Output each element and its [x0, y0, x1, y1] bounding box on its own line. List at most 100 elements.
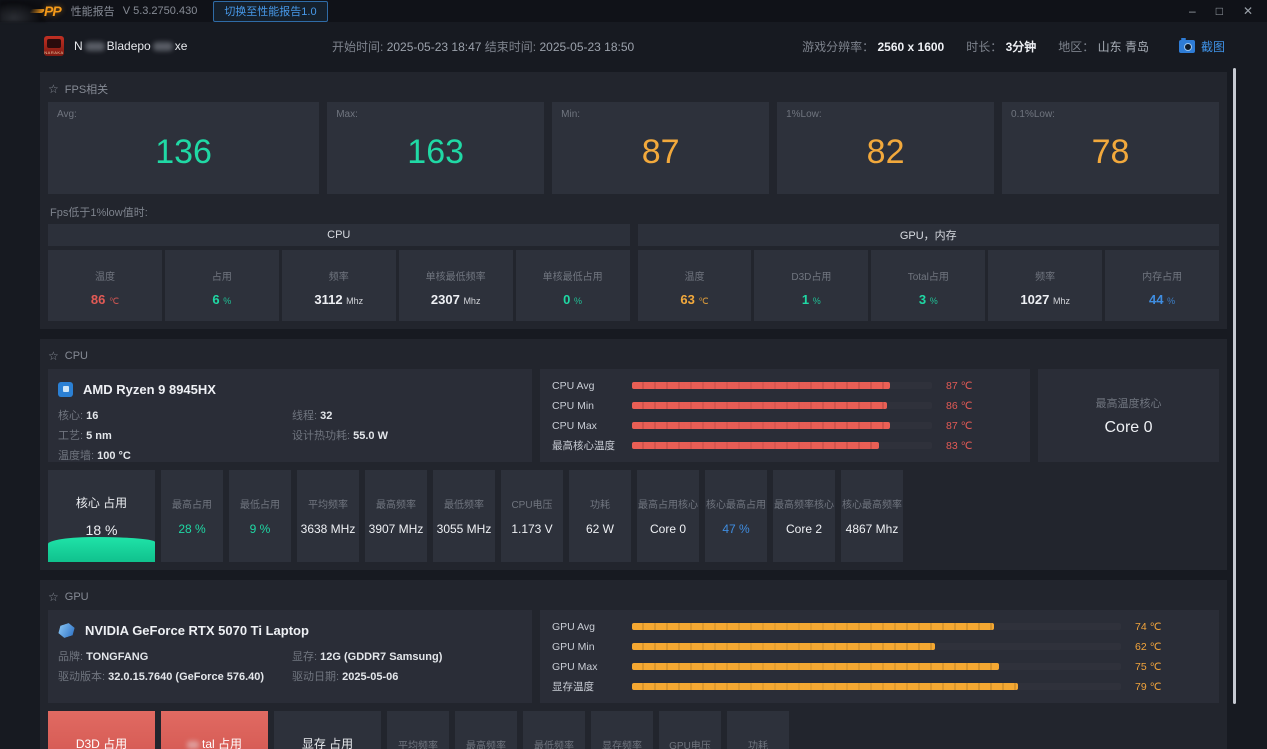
fps-cards: Avg: 136 Max: 163 Min: 87 1%Low: 82 0.1%…: [48, 102, 1219, 194]
temp-bar-value: 87 ℃: [932, 380, 1018, 392]
duration-value: 3分钟: [1006, 40, 1037, 54]
censored-blur: [85, 42, 105, 51]
temp-bar-track: [632, 623, 1121, 630]
stat-value: 3907 MHz: [369, 522, 424, 536]
stat-card: 最低占用 9 %: [229, 470, 291, 562]
gpu-section: ☆ GPU NVIDIA GeForce RTX 5070 Ti Laptop …: [40, 580, 1227, 749]
stat-label: 最高频率核心: [774, 496, 834, 511]
spec-item: 品牌: TONGFANG: [58, 648, 292, 664]
metric-card: 频率 1027 Mhz: [988, 250, 1102, 321]
temp-bar-fill: [632, 382, 890, 389]
cpu-info-panel: AMD Ryzen 9 8945HX 核心: 16 线程: 32 工艺: 5 n…: [48, 369, 532, 462]
stat-label: 最低频率: [534, 737, 574, 749]
camera-icon: [1179, 40, 1195, 53]
gpu-memory-group-cards: 温度 63 ℃ D3D占用 1 % Total占用 3 % 频率 1027 Mh…: [638, 250, 1220, 321]
stat-value: 62 W: [586, 522, 614, 536]
screenshot-button[interactable]: 截图: [1179, 38, 1225, 55]
cpu-panels: AMD Ryzen 9 8945HX 核心: 16 线程: 32 工艺: 5 n…: [48, 369, 1219, 462]
censored-blur: [187, 741, 199, 749]
temp-bar-track: [632, 683, 1121, 690]
temp-bar-row: CPU Min 86 ℃: [552, 398, 1018, 413]
spec-item: 工艺: 5 nm: [58, 427, 292, 443]
close-button[interactable]: ✕: [1243, 0, 1253, 22]
metric-value: 1 %: [802, 292, 821, 307]
spec-item: 温度墙: 100 °C: [58, 447, 292, 463]
cpu-section-title: ☆ CPU: [48, 347, 1219, 365]
temp-bar-row: 显存温度 79 ℃: [552, 679, 1207, 694]
temp-bar-row: CPU Max 87 ℃: [552, 418, 1018, 433]
temp-bar-value: 74 ℃: [1121, 621, 1207, 633]
temp-bar-row: GPU Avg 74 ℃: [552, 619, 1207, 634]
gpu-stat-cards: D3D 占用 % tal 占用 % 显存 占用 50 % 平均频率 2509 M…: [48, 711, 1219, 749]
fps-card: Avg: 136: [48, 102, 319, 194]
spec-item: 显存: 12G (GDDR7 Samsung): [292, 648, 522, 664]
stat-card: 显存 占用 50 %: [274, 711, 381, 749]
stat-card: 最高占用 28 %: [161, 470, 223, 562]
fps-card-value: 87: [552, 102, 769, 194]
fps-card-label: Avg:: [57, 109, 77, 120]
stat-value: Core 2: [786, 522, 822, 536]
stat-card: 最高频率核心 Core 2: [773, 470, 835, 562]
temp-bar-value: 75 ℃: [1121, 661, 1207, 673]
low-fps-note: Fps低于1%low值时:: [50, 204, 1219, 218]
stat-label: GPU电压: [669, 737, 711, 749]
stat-value: 28 %: [178, 522, 205, 536]
switch-report-version-button[interactable]: 切换至性能报告1.0: [213, 1, 327, 22]
scrollbar[interactable]: [1233, 68, 1236, 704]
stat-card: 平均频率 2509 MHz: [387, 711, 449, 749]
temp-bar-row: CPU Avg 87 ℃: [552, 378, 1018, 393]
temp-bar-row: GPU Min 62 ℃: [552, 639, 1207, 654]
fps-card-value: 163: [327, 102, 544, 194]
stat-label: 核心最高占用: [706, 496, 766, 511]
stat-card: D3D 占用 %: [48, 711, 155, 749]
stat-label: CPU电压: [511, 496, 552, 511]
stat-value: 18 %: [86, 522, 118, 538]
metric-card: D3D占用 1 %: [754, 250, 868, 321]
temp-bar-value: 87 ℃: [932, 420, 1018, 432]
temp-bar-fill: [632, 402, 887, 409]
stat-label: 平均频率: [308, 496, 348, 511]
spec-item: 驱动日期: 2025-05-06: [292, 668, 522, 684]
metric-label: 温度: [684, 268, 704, 283]
minimize-button[interactable]: –: [1189, 0, 1196, 22]
region-value: 山东 青岛: [1098, 40, 1149, 54]
temp-bar-track: [632, 442, 932, 449]
temp-bar-track: [632, 382, 932, 389]
metric-value: 86 ℃: [91, 292, 119, 307]
game-icon: NARAKA: [44, 36, 64, 56]
stat-label: 显存 占用: [302, 735, 353, 749]
stat-value: 3055 MHz: [437, 522, 492, 536]
metric-value: 6 %: [212, 292, 231, 307]
stat-label: 核心 占用: [76, 494, 127, 511]
metric-label: D3D占用: [791, 268, 831, 283]
cpu-stat-cards: 核心 占用 18 % 最高占用 28 % 最低占用 9 % 平均频率 3638 …: [48, 470, 1219, 562]
temp-bar-row: GPU Max 75 ℃: [552, 659, 1207, 674]
metric-value: 0 %: [563, 292, 582, 307]
temp-bar-row: 最高核心温度 83 ℃: [552, 438, 1018, 453]
stat-label: 最低频率: [444, 496, 484, 511]
stat-label: 功耗: [590, 496, 610, 511]
session-times: 开始时间: 2025-05-23 18:47 结束时间: 2025-05-23 …: [332, 38, 634, 55]
temp-bar-label: 显存温度: [552, 679, 632, 694]
window-controls: – □ ✕: [1189, 0, 1267, 22]
temp-bar-label: CPU Min: [552, 400, 632, 412]
temp-bar-track: [632, 402, 932, 409]
fps-card: 1%Low: 82: [777, 102, 994, 194]
metric-label: 单核最低频率: [426, 268, 486, 283]
gpu-memory-group-header: GPU，内存: [638, 224, 1220, 246]
maximize-button[interactable]: □: [1216, 0, 1223, 22]
stat-card: GPU电压 0.938 V: [659, 711, 721, 749]
metric-label: 占用: [212, 268, 232, 283]
stat-label: 显存频率: [602, 737, 642, 749]
metric-card: Total占用 3 %: [871, 250, 985, 321]
fps-card-label: Max:: [336, 109, 358, 120]
hottest-core-panel: 最高温度核心 Core 0: [1038, 369, 1219, 462]
titlebar: PP 性能报告 V 5.3.2750.430 切换至性能报告1.0 – □ ✕: [0, 0, 1267, 22]
temp-bar-label: GPU Avg: [552, 621, 632, 633]
stat-card: 最低频率 3055 MHz: [433, 470, 495, 562]
gpu-memory-group: GPU，内存 温度 63 ℃ D3D占用 1 % Total占用 3 % 频率: [638, 224, 1220, 321]
star-icon: ☆: [48, 82, 59, 96]
temp-bar-fill: [632, 442, 879, 449]
spec-item: 核心: 16: [58, 407, 292, 423]
stat-value: 9 %: [250, 522, 271, 536]
